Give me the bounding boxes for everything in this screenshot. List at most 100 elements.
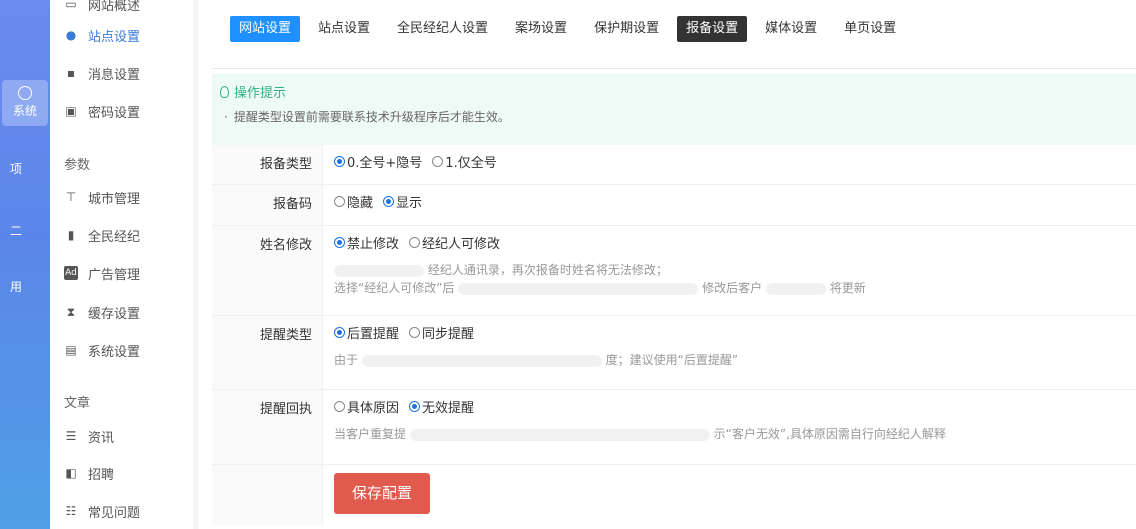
radio-invalid-remind[interactable]: 无效提醒 — [409, 397, 474, 416]
form-row-remind-type: 提醒类型 后置提醒 同步提醒 由于 度；建议使用“后置提醒” — [212, 316, 1136, 390]
radio-full-only[interactable]: 1.仅全号 — [432, 152, 497, 171]
app-rail: 系统 项 二 用 — [0, 0, 50, 529]
radio-show[interactable]: 显示 — [383, 192, 422, 211]
hint-text: 修改后客户 — [702, 281, 763, 295]
radio-label: 具体原因 — [347, 401, 400, 416]
field-hint: 经纪人通讯录，再次报备时姓名将无法修改； 选择“经纪人可修改”后 修改后客户 将… — [334, 261, 1136, 297]
rail-item-fragment[interactable]: 项 — [10, 160, 22, 177]
divider — [212, 68, 1136, 69]
radio-full-and-hidden[interactable]: 0.全号+隐号 — [334, 152, 422, 171]
sidebar-item-label: 招聘 — [88, 467, 115, 483]
rail-item-fragment[interactable]: 二 — [10, 222, 22, 239]
field-label: 报备码 — [212, 185, 323, 225]
radio-hide[interactable]: 隐藏 — [334, 192, 373, 211]
save-config-button[interactable]: 保存配置 — [334, 473, 430, 514]
form-row-name-edit: 姓名修改 禁止修改 经纪人可修改 经纪人通讯录，再次报备时姓名将无法修改； 选择… — [212, 226, 1136, 316]
radio-dot — [383, 196, 395, 207]
sidebar-group-params: 参数 — [64, 158, 91, 173]
radio-label: 隐藏 — [347, 196, 374, 211]
sidebar-item-overview[interactable]: ▭ 网站概述 — [64, 0, 140, 14]
sidebar-item-city[interactable]: ⊤ 城市管理 — [64, 187, 140, 207]
sidebar-item-label: 网站概述 — [88, 0, 141, 14]
sidebar-item-label: 城市管理 — [88, 191, 141, 207]
rail-item-label: 系统 — [12, 104, 37, 118]
tab-website-settings[interactable]: 网站设置 — [230, 16, 301, 42]
sidebar-item-faq[interactable]: ☷ 常见问题 — [64, 501, 140, 521]
sidebar-item-broker[interactable]: ▮ 全民经纪 — [64, 225, 140, 245]
hourglass-icon: ⧗ — [66, 305, 76, 319]
keyboard-icon: ▣ — [65, 104, 77, 118]
hint-text: 选择“经纪人可修改”后 — [334, 281, 455, 295]
radio-label: 1.仅全号 — [445, 156, 497, 171]
field-label: 报备类型 — [212, 145, 323, 184]
tab-media-settings[interactable]: 媒体设置 — [756, 16, 826, 42]
rail-item-fragment[interactable]: 用 — [10, 278, 22, 295]
list-icon: ☷ — [65, 504, 77, 518]
radio-forbid-edit[interactable]: 禁止修改 — [334, 233, 399, 252]
sidebar-item-password-settings[interactable]: ▣ 密码设置 — [64, 101, 140, 121]
sidebar-item-label: 消息设置 — [88, 67, 141, 83]
sidebar-item-label: 密码设置 — [88, 105, 141, 121]
radio-dot — [334, 156, 345, 167]
radio-dot — [409, 401, 421, 412]
radio-sync-remind[interactable]: 同步提醒 — [409, 323, 474, 342]
main-content: 网站设置 站点设置 全民经纪人设置 案场设置 保护期设置 报备设置 媒体设置 单… — [198, 0, 1136, 529]
sidebar-item-system[interactable]: ▤ 系统设置 — [64, 340, 140, 360]
sidebar-item-label: 全民经纪 — [88, 229, 141, 245]
form-row-report-code: 报备码 隐藏 显示 — [212, 185, 1136, 226]
palette-icon: ● — [65, 28, 77, 42]
radio-label: 无效提醒 — [422, 401, 475, 416]
tip-title: 操作提示 — [220, 82, 286, 101]
tip-panel: 操作提示 提醒类型设置前需要联系技术升级程序后才能生效。 — [212, 74, 1136, 145]
tab-report-settings[interactable]: 报备设置 — [677, 16, 748, 42]
tab-case-settings[interactable]: 案场设置 — [506, 16, 576, 42]
radio-dot — [334, 401, 345, 412]
sidebar-item-ads[interactable]: Ad 广告管理 — [64, 263, 140, 283]
radio-broker-edit[interactable]: 经纪人可修改 — [409, 233, 500, 252]
radio-after-remind[interactable]: 后置提醒 — [334, 323, 399, 342]
sidebar-item-label: 站点设置 — [88, 29, 141, 45]
radio-label: 显示 — [396, 196, 423, 211]
hint-text: 示“客户无效”,具体原因需自行向经纪人解释 — [713, 427, 946, 441]
sidebar-item-label: 缓存设置 — [88, 306, 141, 322]
sidebar-item-label: 资讯 — [88, 430, 115, 446]
report-settings-form: 报备类型 0.全号+隐号 1.仅全号 报备码 隐藏 显示 姓名修改 禁止修改 经… — [212, 145, 1136, 525]
card-icon: ▤ — [65, 343, 77, 357]
sidebar-item-label: 常见问题 — [88, 505, 141, 521]
radio-dot — [432, 156, 444, 167]
panel-icon: ◧ — [65, 466, 77, 480]
radio-label: 后置提醒 — [347, 327, 400, 342]
bookmark-icon: ▮ — [67, 228, 75, 242]
radio-dot — [334, 237, 345, 248]
tip-body: 提醒类型设置前需要联系技术升级程序后才能生效。 — [224, 108, 510, 125]
radio-dot — [334, 196, 345, 207]
field-label: 提醒类型 — [212, 316, 323, 389]
hint-text: 将更新 — [829, 281, 866, 295]
radio-specific-reason[interactable]: 具体原因 — [334, 397, 399, 416]
radio-label: 禁止修改 — [347, 237, 400, 252]
rail-item-system[interactable]: 系统 — [2, 80, 48, 126]
field-hint: 由于 度；建议使用“后置提醒” — [334, 351, 1136, 369]
hint-text: 度；建议使用“后置提醒” — [605, 353, 739, 367]
sidebar-item-cache[interactable]: ⧗ 缓存设置 — [64, 302, 140, 322]
sidebar-item-jobs[interactable]: ◧ 招聘 — [64, 463, 114, 483]
radio-label: 同步提醒 — [422, 327, 475, 342]
tab-protection-settings[interactable]: 保护期设置 — [585, 16, 668, 42]
monitor-icon: ▭ — [65, 0, 77, 11]
field-hint: 当客户重复提 示“客户无效”,具体原因需自行向经纪人解释 — [334, 425, 1136, 443]
tab-page-settings[interactable]: 单页设置 — [835, 16, 905, 42]
sidebar-item-message-settings[interactable]: ▪ 消息设置 — [64, 63, 140, 83]
radio-dot — [334, 327, 345, 338]
field-label-empty — [212, 465, 323, 525]
tab-site-settings[interactable]: 站点设置 — [309, 16, 379, 42]
radio-dot — [409, 327, 421, 338]
radio-label: 0.全号+隐号 — [347, 156, 423, 171]
doc-icon: ☰ — [65, 429, 77, 443]
ad-icon: Ad — [64, 266, 78, 280]
form-row-remind-reply: 提醒回执 具体原因 无效提醒 当客户重复提 示“客户无效”,具体原因需自行向经纪… — [212, 390, 1136, 465]
sidebar-item-site-settings[interactable]: ● 站点设置 — [64, 25, 140, 45]
tip-title-text: 操作提示 — [234, 86, 287, 101]
field-label: 姓名修改 — [212, 226, 323, 315]
tab-broker-settings[interactable]: 全民经纪人设置 — [388, 16, 497, 42]
sidebar-item-news[interactable]: ☰ 资讯 — [64, 426, 114, 446]
